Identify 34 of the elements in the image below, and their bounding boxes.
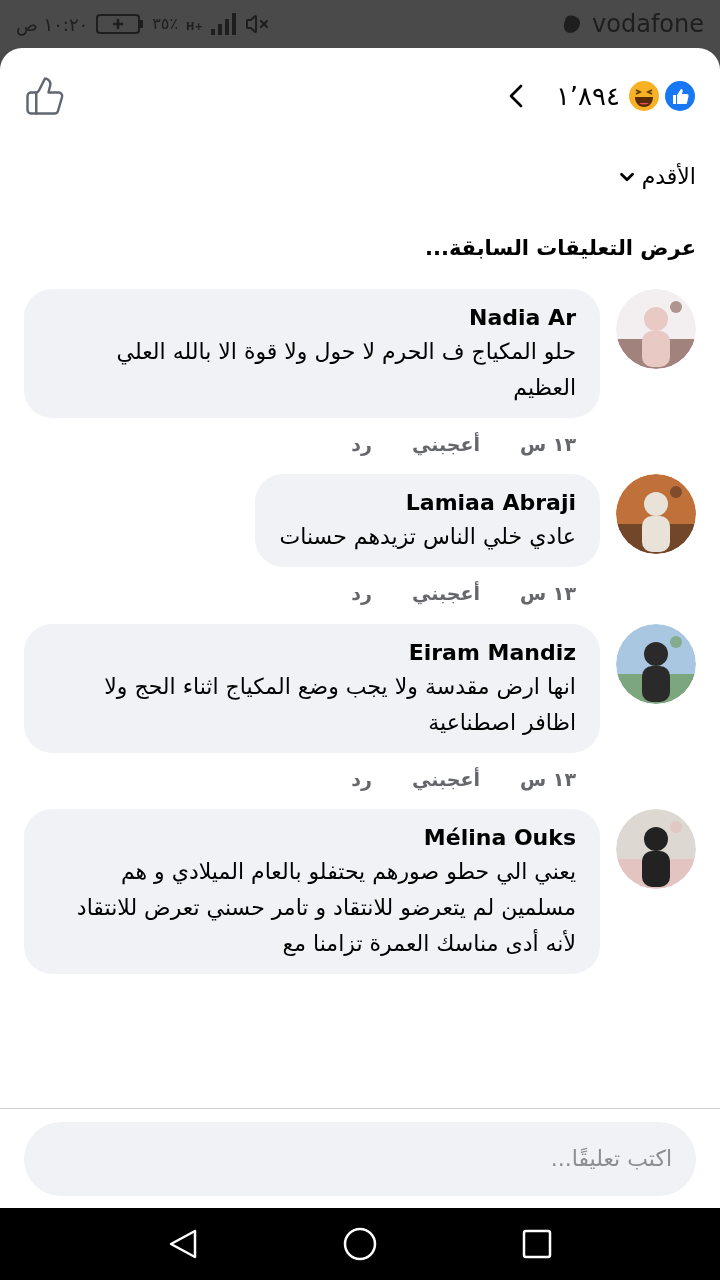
reaction-count[interactable]: ١٬٨٩٤ bbox=[555, 76, 620, 116]
commenter-name[interactable]: Lamiaa Abraji bbox=[405, 486, 576, 519]
commenter-name[interactable]: Eiram Mandiz bbox=[408, 635, 576, 669]
recents-nav-button[interactable] bbox=[521, 1229, 552, 1259]
commenter-name[interactable]: Nadia Ar bbox=[469, 300, 576, 334]
previous-comments-link[interactable]: عرض التعليقات السابقة... bbox=[424, 233, 696, 265]
triangle-back-icon bbox=[168, 1228, 199, 1260]
like-link[interactable]: أعجبني bbox=[412, 764, 480, 793]
comment-text: عادي خلي الناس تزيدهم حسنات bbox=[279, 523, 576, 552]
reply-link[interactable]: رد bbox=[351, 429, 373, 458]
comment-text: انها ارض مقدسة ولا يجب وضع المكياج اثناء الحج ولا اظافر اصطناعية bbox=[103, 672, 576, 737]
signal-icon bbox=[210, 13, 237, 35]
comment-text: حلو المكياج ف الحرم لا حول ولا قوة الا بالله العلي العظيم bbox=[115, 337, 576, 403]
circle-home-icon bbox=[343, 1227, 377, 1261]
laugh-reaction-icon bbox=[628, 80, 660, 112]
comment-text: يعني الي حطو صورهم يحتفلو بالعام الميلادي و هم مسلمين لم يتعرضو للانتقاد و تامر حسني تعرض للانتقاد لأنه أدى مناسك العمرة تزامنا مع bbox=[75, 858, 576, 958]
reply-link[interactable]: رد bbox=[351, 579, 373, 608]
square-recents-icon bbox=[521, 1229, 552, 1259]
commenter-name[interactable]: Mélina Ouks bbox=[423, 821, 576, 854]
comment-time: ١٣ س bbox=[519, 581, 576, 607]
reply-link[interactable]: رد bbox=[351, 764, 373, 793]
back-nav-button[interactable] bbox=[168, 1228, 199, 1260]
comment-input[interactable]: اكتب تعليقًا... bbox=[24, 1121, 696, 1196]
home-nav-button[interactable] bbox=[343, 1227, 377, 1261]
mute-icon bbox=[244, 12, 269, 36]
like-link[interactable]: أعجبني bbox=[412, 429, 480, 458]
battery-icon bbox=[96, 14, 145, 34]
like-button[interactable] bbox=[24, 75, 66, 117]
comment-time: ١٣ س bbox=[519, 766, 576, 793]
comment-time: ١٣ س bbox=[519, 431, 576, 458]
thumbs-up-icon bbox=[24, 75, 66, 117]
like-link[interactable]: أعجبني bbox=[412, 579, 480, 608]
like-reaction-icon bbox=[664, 80, 696, 112]
sort-dropdown[interactable]: الأقدم bbox=[615, 160, 696, 193]
